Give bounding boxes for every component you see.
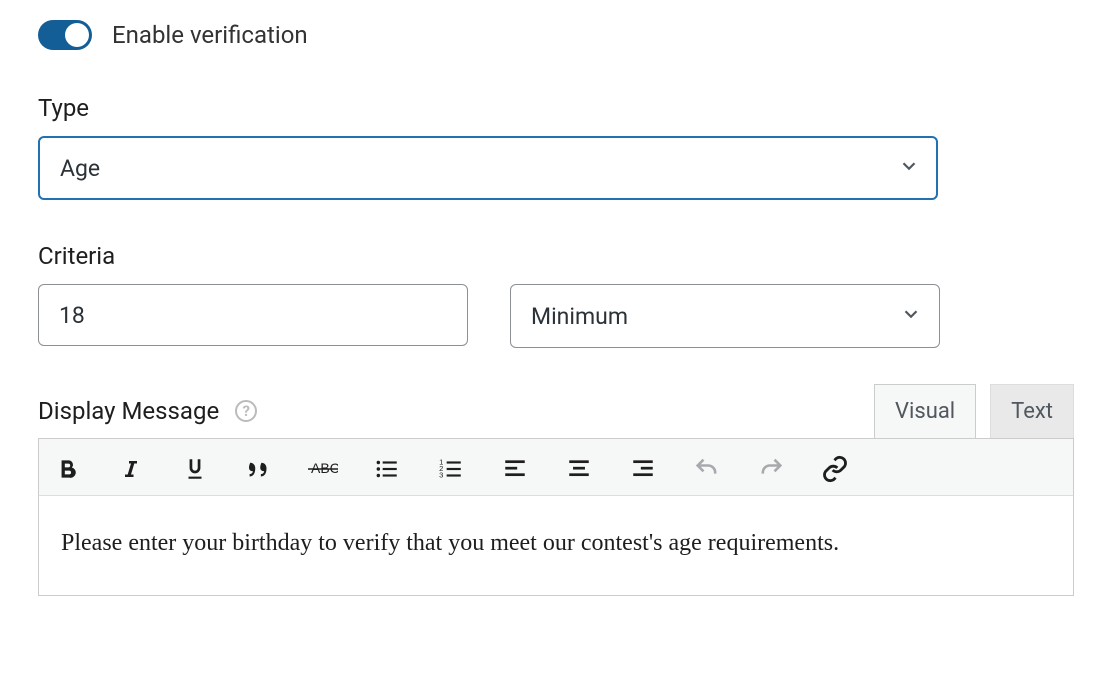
enable-verification-label: Enable verification [112, 21, 308, 49]
enable-verification-toggle[interactable] [38, 20, 92, 50]
display-message-label: Display Message [38, 397, 219, 425]
editor-content[interactable]: Please enter your birthday to verify tha… [38, 496, 1074, 596]
type-label: Type [38, 94, 1077, 122]
link-icon[interactable] [817, 451, 853, 487]
criteria-mode-select[interactable]: Minimum [510, 284, 940, 348]
italic-icon[interactable] [113, 451, 149, 487]
blockquote-icon[interactable] [241, 451, 277, 487]
redo-icon[interactable] [753, 451, 789, 487]
bulleted-list-icon[interactable] [369, 451, 405, 487]
criteria-mode-value: Minimum [531, 303, 628, 330]
strikethrough-icon[interactable]: ABC [305, 451, 341, 487]
numbered-list-icon[interactable]: 123 [433, 451, 469, 487]
tab-text[interactable]: Text [990, 384, 1074, 438]
criteria-value-input[interactable] [38, 284, 468, 346]
undo-icon[interactable] [689, 451, 725, 487]
type-select[interactable]: Age [38, 136, 938, 200]
editor-toolbar: ABC 123 [38, 438, 1074, 496]
align-center-icon[interactable] [561, 451, 597, 487]
criteria-label: Criteria [38, 242, 1077, 270]
tab-visual[interactable]: Visual [874, 384, 976, 438]
bold-icon[interactable] [49, 451, 85, 487]
help-icon[interactable]: ? [235, 400, 257, 422]
svg-text:3: 3 [439, 471, 443, 480]
underline-icon[interactable] [177, 451, 213, 487]
toggle-knob [65, 23, 89, 47]
align-left-icon[interactable] [497, 451, 533, 487]
svg-text:ABC: ABC [311, 460, 338, 476]
type-select-value: Age [60, 155, 100, 182]
align-right-icon[interactable] [625, 451, 661, 487]
